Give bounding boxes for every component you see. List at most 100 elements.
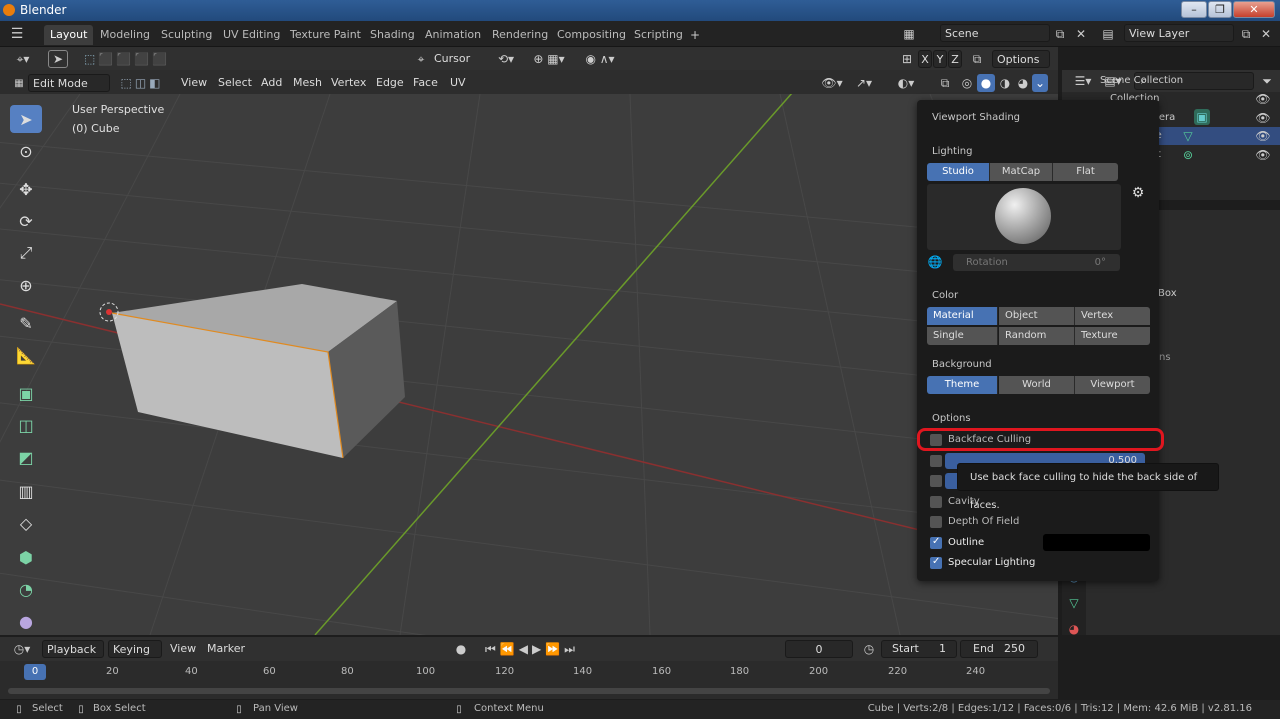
background-theme-button[interactable]: Theme [927,376,998,394]
maximize-button[interactable]: ❐ [1208,1,1232,18]
new-view-layer-icon[interactable]: ⧉ [1238,25,1254,43]
cursor-tool-icon[interactable]: ⊙ [10,137,42,165]
proportional-edit-icon[interactable]: ◉ ∧▾ [580,50,620,68]
xray-checkbox[interactable] [930,455,942,467]
tab-uv-editing[interactable]: UV Editing [217,25,286,45]
record-icon[interactable]: ● [452,640,470,658]
options-dropdown[interactable]: Options [992,50,1050,68]
timeline-scrollbar[interactable] [8,688,1050,694]
tab-sculpting[interactable]: Sculpting [155,25,218,45]
outliner-scene-collection[interactable]: Scene Collection [1062,72,1280,90]
tab-texture-paint[interactable]: Texture Paint [284,25,367,45]
snap-icon[interactable]: ⊕ ▦▾ [524,50,574,68]
gear-icon[interactable]: ⚙ [1129,184,1147,202]
color-texture-button[interactable]: Texture [1075,327,1150,345]
color-single-button[interactable]: Single [927,327,998,345]
menu-face[interactable]: Face [409,74,442,92]
editor-type-icon[interactable]: ⌖▾ [8,50,38,68]
outline-checkbox[interactable] [930,536,942,549]
close-window-button[interactable]: ✕ [1233,1,1275,18]
minimize-button[interactable]: – [1181,1,1207,18]
selection-mode-icons[interactable]: ⬚⬛⬛⬛⬛ [82,50,172,68]
menu-add[interactable]: Add [257,74,286,92]
mirror-z-toggle[interactable]: Z [948,50,962,68]
material-shading-icon[interactable]: ◑ [996,74,1014,92]
current-frame-field[interactable]: 0 [785,640,853,658]
remove-scene-icon[interactable]: ✕ [1073,25,1089,43]
inset-tool-icon[interactable]: ◫ [10,411,42,439]
end-frame-field[interactable]: End 250 [960,640,1038,658]
playhead[interactable]: 0 [24,664,46,680]
knife-tool-icon[interactable]: ◇ [10,509,42,537]
studio-light-preview[interactable] [927,184,1121,250]
move-tool-icon[interactable]: ✥ [10,175,42,203]
mirror-y-toggle[interactable]: Y [933,50,947,68]
scene-selector[interactable]: Scene [940,24,1050,42]
shadow-checkbox[interactable] [930,475,942,487]
playback-controls-icon[interactable]: ⏮⏪◀▶⏩⏭ [474,640,590,658]
mirror-x-toggle[interactable]: X [918,50,932,68]
scale-tool-icon[interactable]: ⤢ [10,239,42,267]
eye-icon[interactable]: 👁 [1255,91,1270,107]
3d-viewport[interactable]: User Perspective (0) Cube [0,94,1058,635]
material-tab-icon[interactable]: ◕ [1065,620,1083,638]
select-tool-icon[interactable]: ➤ [48,50,68,68]
measure-tool-icon[interactable]: 📐 [10,341,42,369]
clock-icon[interactable]: ◷ [860,640,878,658]
keying-menu[interactable]: Keying [108,640,162,658]
depth-of-field-checkbox[interactable] [930,516,942,528]
pivot-icon[interactable]: ⌖ [412,50,430,68]
transform-tool-icon[interactable]: ⊕ [10,271,42,299]
eye-icon[interactable]: 👁 [1255,147,1270,163]
add-workspace-icon[interactable]: + [688,27,702,43]
rotate-tool-icon[interactable]: ⟳ [10,207,42,235]
tab-shading[interactable]: Shading [364,25,421,45]
outline-color-swatch[interactable] [1043,534,1150,551]
tab-layout[interactable]: Layout [44,25,94,45]
rotation-field[interactable]: Rotation 0° [953,254,1120,271]
timeline-editor-icon[interactable]: ◷▾ [8,640,36,658]
wireframe-shading-icon[interactable]: ◎ [958,74,976,92]
start-frame-field[interactable]: Start 1 [881,640,957,658]
lighting-flat-button[interactable]: Flat [1053,163,1118,181]
remove-view-layer-icon[interactable]: ✕ [1258,25,1274,43]
menu-edge[interactable]: Edge [372,74,408,92]
loop-cut-tool-icon[interactable]: ▥ [10,477,42,505]
smooth-tool-icon[interactable]: ● [10,607,42,635]
menu-view[interactable]: View [177,74,211,92]
tab-scripting[interactable]: Scripting [628,25,689,45]
lighting-studio-button[interactable]: Studio [927,163,990,181]
background-viewport-button[interactable]: Viewport [1075,376,1150,394]
mesh-data-tab-icon[interactable]: ▽ [1065,594,1083,612]
color-material-button[interactable]: Material [927,307,998,325]
menu-select[interactable]: Select [214,74,256,92]
bevel-tool-icon[interactable]: ◩ [10,443,42,471]
tab-animation[interactable]: Animation [419,25,487,45]
spin-tool-icon[interactable]: ◔ [10,575,42,603]
timeline-view-menu[interactable]: View [166,640,200,658]
solid-shading-icon[interactable]: ● [977,74,995,92]
view-layer-selector[interactable]: View Layer [1124,24,1234,42]
shading-popover-chevron-icon[interactable]: ⌄ [1032,74,1048,92]
lighting-matcap-button[interactable]: MatCap [990,163,1053,181]
orientation-icon[interactable]: ⟲▾ [494,50,518,68]
tab-modeling[interactable]: Modeling [94,25,156,45]
select-box-tool-icon[interactable]: ➤ [10,105,42,133]
overlays-icon[interactable]: ◐▾ [892,74,920,92]
eye-icon[interactable]: 👁 [1255,128,1270,144]
view-layer-icon[interactable]: ▤ [1100,25,1116,43]
extrude-tool-icon[interactable]: ▣ [10,379,42,407]
auto-merge-icon[interactable]: ⧉ [968,50,986,68]
annotate-tool-icon[interactable]: ✎ [10,309,42,337]
poly-build-tool-icon[interactable]: ⬢ [10,543,42,571]
color-vertex-button[interactable]: Vertex [1075,307,1150,325]
menu-mesh[interactable]: Mesh [289,74,326,92]
color-object-button[interactable]: Object [999,307,1075,325]
timeline-frames[interactable]: 0 20 40 60 80 100 120 140 160 180 200 22… [0,661,1058,699]
visibility-icon[interactable]: 👁▾ [818,74,846,92]
scene-icon[interactable]: ▦ [900,25,918,43]
tab-compositing[interactable]: Compositing [551,25,632,45]
eye-icon[interactable]: 👁 [1255,110,1270,126]
menu-uv[interactable]: UV [446,74,470,92]
menu-vertex[interactable]: Vertex [327,74,370,92]
